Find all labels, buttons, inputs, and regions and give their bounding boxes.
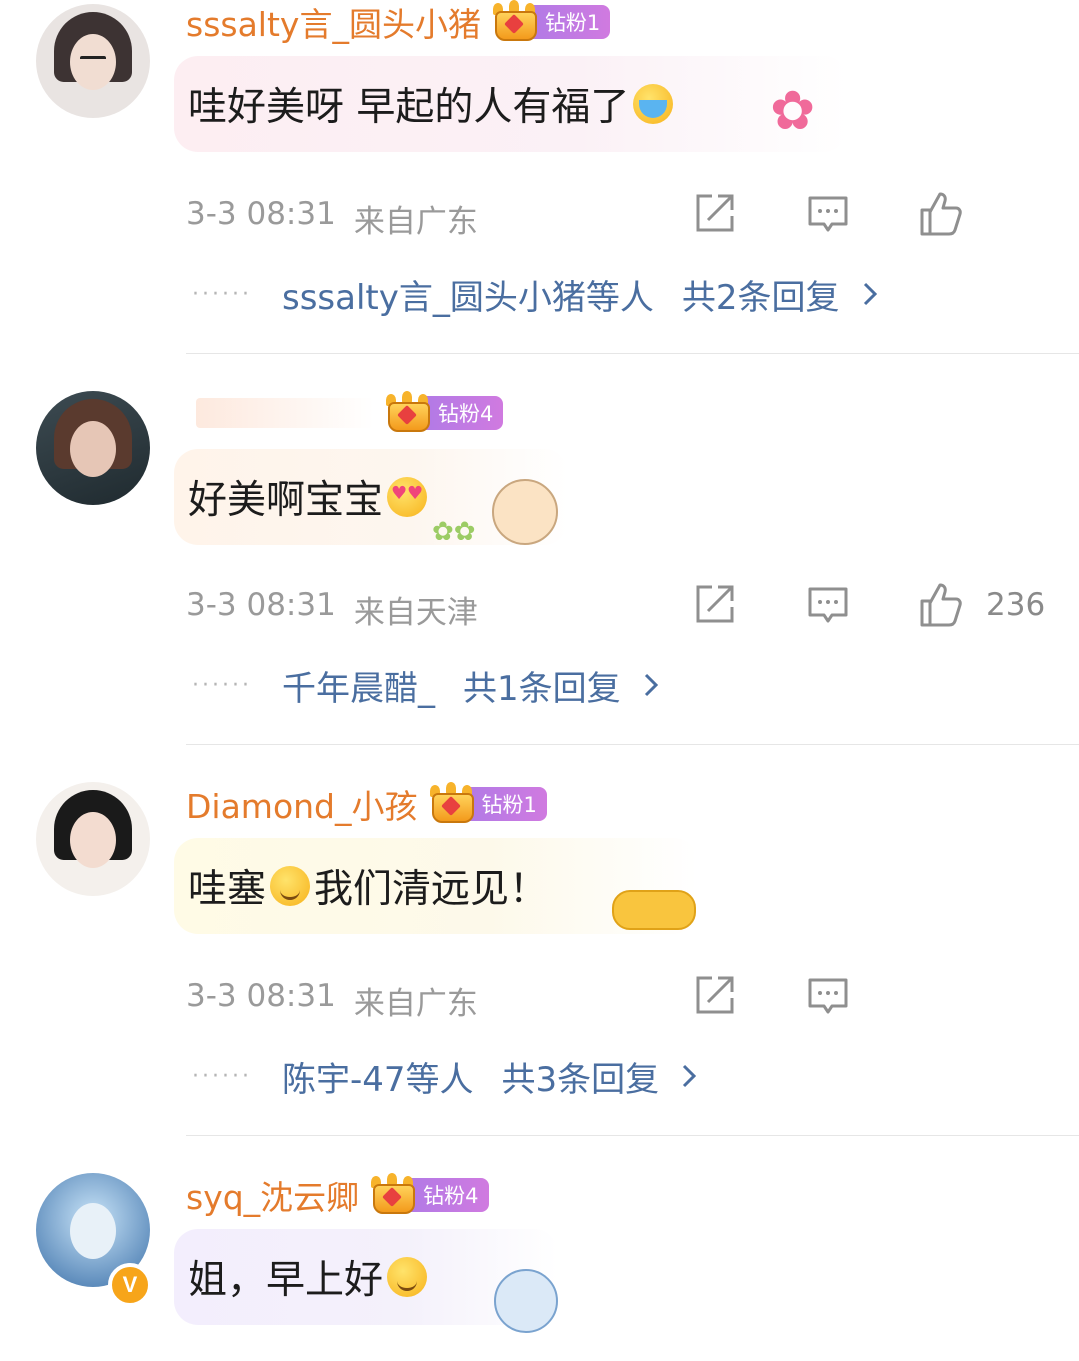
reply-button[interactable] xyxy=(806,974,850,1018)
avatar[interactable] xyxy=(36,4,150,118)
reply-preview[interactable]: ······ 陈宇-47等人 共3条回复 xyxy=(192,1052,697,1100)
dots-icon: ······ xyxy=(192,281,252,307)
grinning-emoji-icon xyxy=(270,866,311,906)
reply-count[interactable]: 共3条回复 xyxy=(502,1052,660,1101)
comment-text: 姐，早上好 xyxy=(188,1249,428,1305)
username[interactable]: syq_沈云卿 xyxy=(186,1171,359,1219)
share-button[interactable] xyxy=(692,583,736,627)
fan-level-label: 钻粉1 xyxy=(463,787,547,821)
comment-bubble: 好美啊宝宝 ✿✿ xyxy=(174,449,568,545)
like-button[interactable] xyxy=(916,192,986,236)
reply-names[interactable]: 千年晨醋_ xyxy=(282,661,435,710)
share-button[interactable] xyxy=(692,974,736,1018)
comment-text: 哇好美呀 早起的人有福了 xyxy=(188,76,674,132)
character-sticker-icon xyxy=(494,1269,558,1333)
gold-coin-sticker-icon xyxy=(612,890,696,930)
chevron-right-icon xyxy=(644,673,658,697)
username-row: syq_沈云卿 钻粉4 xyxy=(186,1173,489,1217)
comment-text: 好美啊宝宝 xyxy=(188,469,428,525)
reply-names[interactable]: sssalty言_圆头小猪等人 xyxy=(282,270,654,319)
hello-kitty-sticker-icon: ✿ xyxy=(770,79,816,142)
like-button[interactable] xyxy=(916,974,938,1018)
divider xyxy=(186,353,1079,354)
comment-item: Diamond_小孩 钻粉1 哇塞 我们清远见！ 3-3 08:31 来自广东 … xyxy=(0,782,1079,1173)
comment-bubble: 哇好美呀 早起的人有福了 ✿ xyxy=(174,56,848,152)
divider xyxy=(186,744,1079,745)
cat-sticker-icon xyxy=(492,479,558,545)
crown-icon xyxy=(369,1173,416,1214)
comment-icon xyxy=(808,587,848,623)
crown-icon xyxy=(384,391,430,432)
username-decoration xyxy=(196,398,374,428)
avatar[interactable] xyxy=(36,782,150,896)
comment-icon xyxy=(808,978,848,1014)
comment-text: 哇塞 我们清远见！ xyxy=(188,866,549,912)
reply-preview[interactable]: ······ sssalty言_圆头小猪等人 共2条回复 xyxy=(192,270,878,318)
comment-item: V syq_沈云卿 钻粉4 姐，早上好 xyxy=(0,1173,1079,1361)
verified-badge-icon: V xyxy=(108,1263,152,1307)
comment-icon xyxy=(808,196,848,232)
reply-preview[interactable]: ······ 千年晨醋_ 共1条回复 xyxy=(192,661,659,709)
chevron-right-icon xyxy=(863,282,877,306)
fan-badge[interactable]: 钻粉1 xyxy=(428,782,547,823)
share-icon xyxy=(696,194,734,232)
crown-icon xyxy=(491,0,537,41)
reply-button[interactable] xyxy=(806,583,850,627)
comment-time: 3-3 08:31 xyxy=(186,196,336,232)
reply-button[interactable] xyxy=(806,192,850,236)
share-button[interactable] xyxy=(692,192,736,236)
reply-names[interactable]: 陈宇-47等人 xyxy=(282,1052,474,1101)
reply-count[interactable]: 共2条回复 xyxy=(682,270,840,319)
username[interactable]: sssalty言_圆头小猪 xyxy=(186,0,481,46)
comment-meta: 3-3 08:31 来自广东 xyxy=(186,978,478,1023)
fan-badge[interactable]: 钻粉4 xyxy=(369,1173,489,1214)
comment-item: 钻粉4 好美啊宝宝 ✿✿ 3-3 08:31 来自天津 236 ······ 千… xyxy=(0,391,1079,782)
crown-icon xyxy=(428,782,474,823)
username-row: Diamond_小孩 钻粉1 xyxy=(186,782,547,826)
loudly-crying-emoji-icon xyxy=(633,84,674,124)
heart-eyes-emoji-icon xyxy=(387,477,428,517)
fan-level-label: 钻粉4 xyxy=(405,1178,489,1212)
avatar[interactable] xyxy=(36,391,150,505)
comment-time: 3-3 08:31 xyxy=(186,978,336,1014)
thumbs-up-icon xyxy=(920,583,962,627)
flower-sticker-icon: ✿✿ xyxy=(432,517,476,547)
comment-meta: 3-3 08:31 来自广东 xyxy=(186,196,478,241)
like-count: 236 xyxy=(986,587,1046,623)
chevron-right-icon xyxy=(683,1064,697,1088)
share-icon xyxy=(696,976,734,1014)
comment-item: sssalty言_圆头小猪 钻粉1 哇好美呀 早起的人有福了 ✿ 3-3 08:… xyxy=(0,0,1079,391)
dots-icon: ······ xyxy=(192,672,252,698)
fan-level-label: 钻粉1 xyxy=(526,5,611,39)
comment-bubble: 哇塞 我们清远见！ xyxy=(174,838,698,934)
username-row: 钻粉4 xyxy=(186,391,504,435)
comment-meta: 3-3 08:31 来自天津 xyxy=(186,587,478,632)
comment-location: 来自天津 xyxy=(353,595,478,631)
hugging-emoji-icon xyxy=(387,1257,428,1297)
comment-time: 3-3 08:31 xyxy=(186,587,336,623)
comment-bubble: 姐，早上好 xyxy=(174,1229,558,1333)
divider xyxy=(186,1135,1079,1136)
fan-badge[interactable]: 钻粉4 xyxy=(384,391,504,432)
comment-location: 来自广东 xyxy=(353,986,478,1022)
reply-count[interactable]: 共1条回复 xyxy=(463,661,621,710)
like-button[interactable]: 236 xyxy=(916,583,1045,627)
username[interactable]: Diamond_小孩 xyxy=(186,780,418,828)
share-icon xyxy=(696,585,734,623)
thumbs-up-icon xyxy=(920,192,962,236)
dots-icon: ······ xyxy=(192,1063,252,1089)
fan-badge[interactable]: 钻粉1 xyxy=(491,0,611,41)
comment-location: 来自广东 xyxy=(353,204,478,240)
username-row: sssalty言_圆头小猪 钻粉1 xyxy=(186,0,611,46)
fan-level-label: 钻粉4 xyxy=(420,396,504,430)
